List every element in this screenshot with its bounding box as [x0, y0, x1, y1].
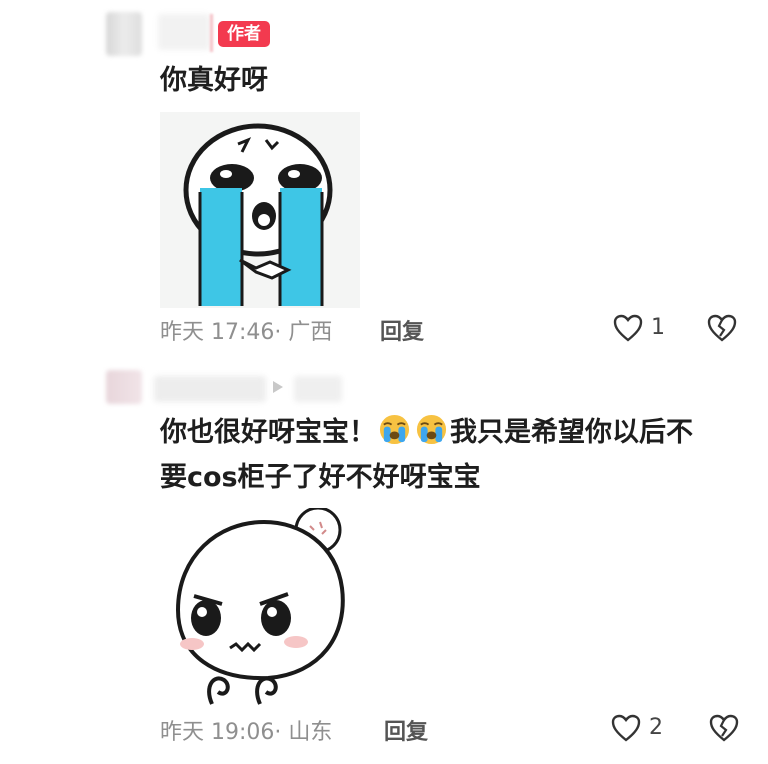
comment-date: 昨天 — [160, 320, 205, 345]
broken-heart-icon[interactable] — [708, 713, 740, 743]
comment-line-2: 要cos柜子了好不好呀宝宝 — [160, 462, 481, 493]
username[interactable] — [154, 376, 266, 402]
reply-button[interactable]: 回复 — [380, 314, 424, 346]
name-divider — [210, 14, 213, 52]
loudly-crying-face-emoji — [416, 414, 447, 445]
heart-icon[interactable] — [612, 313, 644, 343]
comment-location: 广西 — [288, 320, 333, 345]
crying-face-sticker[interactable] — [160, 112, 360, 308]
comment-time: 19:06 — [211, 720, 275, 745]
comment-date: 昨天 — [160, 720, 205, 745]
comment-line-1: 你也很好呀宝宝！ 我只是希望你以后不 — [160, 410, 693, 455]
heart-icon[interactable] — [610, 713, 642, 743]
like-count: 2 — [649, 715, 663, 740]
comment-meta: 昨天 17:46· 广西 — [160, 320, 333, 345]
comment-text: 你也很好呀宝宝！ 我只是希望你以后不 要cos柜子了好不好呀宝宝 — [160, 410, 693, 500]
reply-arrow-icon — [273, 381, 283, 393]
comment-text: 你真好呀 — [160, 65, 268, 96]
broken-heart-icon[interactable] — [706, 313, 738, 343]
like-count: 1 — [651, 315, 665, 340]
comment-location: 山东 — [288, 720, 333, 745]
author-badge: 作者 — [218, 21, 270, 47]
comment-time: 17:46 — [211, 320, 275, 345]
avatar[interactable] — [106, 12, 142, 56]
reply-target-username[interactable] — [294, 376, 342, 402]
username[interactable] — [158, 14, 210, 50]
sad-pouting-face-sticker[interactable] — [160, 508, 360, 708]
comment-meta: 昨天 19:06· 山东 — [160, 720, 333, 745]
loudly-crying-face-emoji — [379, 414, 410, 445]
avatar[interactable] — [106, 370, 142, 404]
reply-button[interactable]: 回复 — [384, 714, 428, 746]
